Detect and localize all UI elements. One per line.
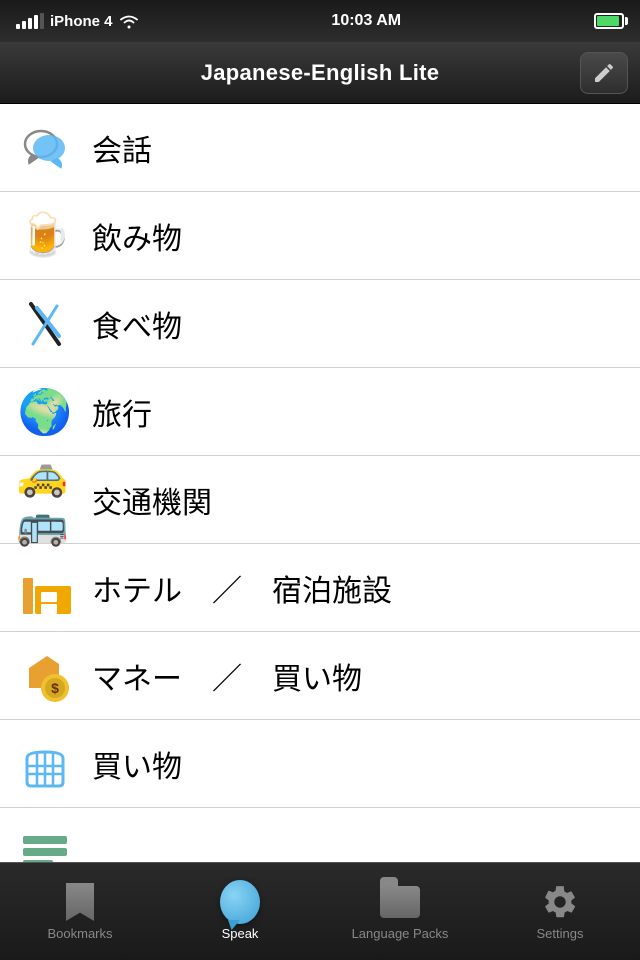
travel-icon: 🌍 xyxy=(16,383,74,441)
menu-item-drinks[interactable]: 🍺 飲み物 xyxy=(0,192,640,280)
speak-icon xyxy=(220,882,260,922)
drinks-icon: 🍺 xyxy=(16,207,74,265)
language-packs-icon xyxy=(380,882,420,922)
gear-svg xyxy=(541,883,579,921)
tab-speak[interactable]: Speak xyxy=(160,863,320,960)
menu-item-travel[interactable]: 🌍 旅行 xyxy=(0,368,640,456)
tab-language-packs[interactable]: Language Packs xyxy=(320,863,480,960)
tab-speak-label: Speak xyxy=(222,926,259,941)
status-time: 10:03 AM xyxy=(331,12,401,30)
money-icon: $ xyxy=(16,647,74,705)
status-bar: iPhone 4 10:03 AM xyxy=(0,0,640,42)
settings-icon xyxy=(540,882,580,922)
menu-item-conversation[interactable]: 会話 xyxy=(0,104,640,192)
bookmarks-icon xyxy=(60,882,100,922)
menu-item-partial[interactable] xyxy=(0,808,640,862)
status-left: iPhone 4 xyxy=(16,13,139,30)
menu-item-shopping[interactable]: 買い物 xyxy=(0,720,640,808)
carrier-label: iPhone 4 xyxy=(50,13,113,30)
nav-action-button[interactable] xyxy=(580,52,628,94)
conversation-label: 会話 xyxy=(92,126,152,170)
battery-icon xyxy=(594,13,624,29)
folder-shape xyxy=(380,886,420,918)
menu-item-money[interactable]: $ マネー ／ 買い物 xyxy=(0,632,640,720)
drinks-label: 飲み物 xyxy=(92,214,182,258)
tab-bookmarks[interactable]: Bookmarks xyxy=(0,863,160,960)
hotel-icon xyxy=(16,559,74,617)
transportation-icon: 🚕🚌 xyxy=(16,471,74,529)
food-label: 食べ物 xyxy=(92,302,182,346)
menu-item-hotel[interactable]: ホテル ／ 宿泊施設 xyxy=(0,544,640,632)
page-title: Japanese-English Lite xyxy=(201,60,440,86)
partial-label xyxy=(92,830,182,863)
menu-item-transportation[interactable]: 🚕🚌 交通機関 xyxy=(0,456,640,544)
pen-icon xyxy=(592,61,616,85)
food-icon xyxy=(16,295,74,353)
wifi-icon xyxy=(119,13,139,29)
menu-item-food[interactable]: 食べ物 xyxy=(0,280,640,368)
tab-settings-label: Settings xyxy=(537,926,584,941)
battery-fill xyxy=(597,16,619,26)
travel-label: 旅行 xyxy=(92,390,152,434)
hotel-label: ホテル ／ 宿泊施設 xyxy=(92,566,392,610)
nav-bar: Japanese-English Lite xyxy=(0,42,640,104)
speak-bubble xyxy=(220,880,260,924)
tab-settings[interactable]: Settings xyxy=(480,863,640,960)
partial-icon xyxy=(16,823,74,863)
shopping-icon xyxy=(16,735,74,793)
shopping-label: 買い物 xyxy=(92,742,182,786)
tab-bar: Bookmarks Speak Language Packs Settings xyxy=(0,862,640,960)
status-right xyxy=(594,13,624,29)
svg-text:$: $ xyxy=(51,680,59,696)
menu-list: 会話 🍺 飲み物 食べ物 🌍 旅行 🚕🚌 交通機関 ホテル ／ 宿泊施設 $ マネー ／ 買… xyxy=(0,104,640,862)
conversation-icon xyxy=(16,119,74,177)
transportation-label: 交通機関 xyxy=(92,478,212,522)
money-label: マネー ／ 買い物 xyxy=(92,654,362,698)
signal-bars xyxy=(16,13,44,29)
tab-language-packs-label: Language Packs xyxy=(352,926,449,941)
tab-bookmarks-label: Bookmarks xyxy=(47,926,112,941)
